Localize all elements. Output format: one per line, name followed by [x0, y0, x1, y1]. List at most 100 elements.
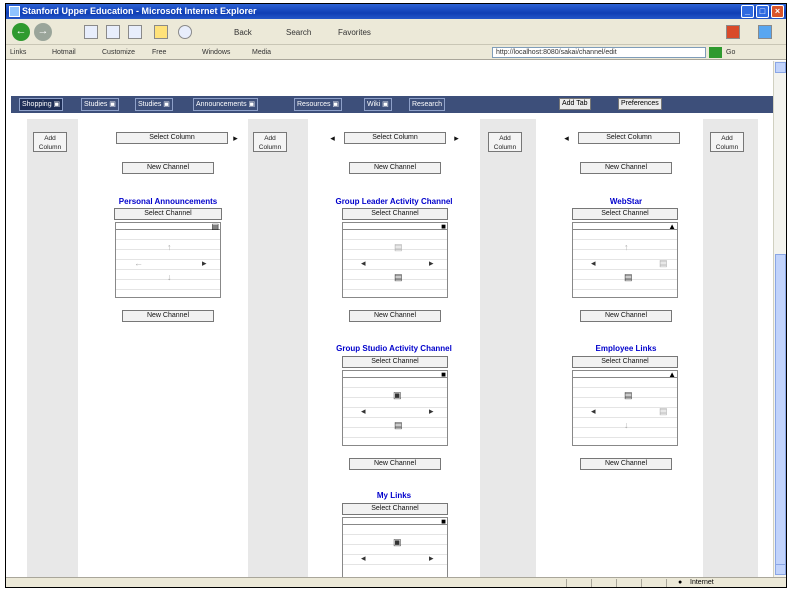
channel-box-employee-links: ▲ ▤ ◂ ▤ ↓: [572, 370, 678, 446]
channel-box-group-studio: ■ ▣ ◂ ▸ ▤: [342, 370, 448, 446]
new-channel-button-2a[interactable]: New Channel: [349, 162, 441, 174]
move-right-icon[interactable]: ▸: [202, 259, 207, 268]
move-column-left-icon-3[interactable]: ◂: [560, 132, 573, 144]
move-down-icon[interactable]: ▤: [394, 273, 403, 282]
link-customize[interactable]: Customize: [102, 45, 135, 60]
select-channel-button-1[interactable]: Select Channel: [114, 208, 222, 220]
preferences-button[interactable]: Preferences: [618, 98, 662, 110]
move-column-left-icon-2[interactable]: ◂: [326, 132, 339, 144]
add-column-button-3[interactable]: Add Column: [488, 132, 522, 152]
select-channel-button-3b[interactable]: Select Channel: [572, 356, 678, 368]
new-channel-button-1b[interactable]: New Channel: [122, 310, 214, 322]
move-right-icon[interactable]: ▸: [429, 259, 434, 268]
home-icon[interactable]: [128, 25, 142, 39]
channel-menu-icon[interactable]: ■: [441, 371, 446, 379]
messenger-icon[interactable]: [726, 25, 740, 39]
scroll-up-icon[interactable]: [775, 62, 786, 73]
move-down-icon[interactable]: ▤: [394, 421, 403, 430]
channel-menu-icon[interactable]: ▤: [211, 223, 219, 231]
refresh-icon[interactable]: [106, 25, 120, 39]
toolbar-item-favorites[interactable]: Favorites: [338, 28, 371, 37]
link-free[interactable]: Free: [152, 45, 166, 60]
move-right-icon[interactable]: ▤: [659, 259, 668, 268]
move-left-icon[interactable]: ◂: [361, 407, 366, 416]
forward-icon[interactable]: →: [34, 23, 52, 41]
new-channel-button-2c[interactable]: New Channel: [349, 458, 441, 470]
move-up-icon[interactable]: ▣: [393, 391, 402, 400]
move-right-icon[interactable]: ▸: [429, 407, 434, 416]
channel-title-employee-links[interactable]: Employee Links: [556, 344, 696, 353]
move-up-icon[interactable]: ▤: [624, 391, 633, 400]
new-channel-button-2b[interactable]: New Channel: [349, 310, 441, 322]
move-up-icon[interactable]: ↑: [624, 243, 629, 252]
move-column-right-icon-2[interactable]: ▸: [450, 132, 463, 144]
add-column-button-4[interactable]: Add Column: [710, 132, 744, 152]
favorites-icon[interactable]: [154, 25, 168, 39]
select-channel-button-2c[interactable]: Select Channel: [342, 503, 448, 515]
select-column-button-1[interactable]: Select Column: [116, 132, 228, 144]
maximize-button[interactable]: □: [756, 5, 769, 18]
move-down-icon[interactable]: ↓: [624, 421, 629, 430]
scroll-thumb[interactable]: [775, 254, 786, 574]
go-label[interactable]: Go: [726, 45, 735, 60]
stop-icon[interactable]: [84, 25, 98, 39]
toolbar-item-search[interactable]: Search: [286, 28, 311, 37]
channel-title-group-studio[interactable]: Group Studio Activity Channel: [324, 344, 464, 353]
back-icon[interactable]: ←: [12, 23, 30, 41]
new-channel-button-3a[interactable]: New Channel: [580, 162, 672, 174]
add-column-button-1[interactable]: Add Column: [33, 132, 67, 152]
tab-studies-2[interactable]: Studies ▣: [135, 98, 173, 111]
channel-menu-icon[interactable]: ■: [441, 223, 446, 231]
move-left-icon[interactable]: ◂: [361, 554, 366, 563]
vertical-scrollbar[interactable]: [773, 61, 786, 577]
tab-studies-1[interactable]: Studies ▣: [81, 98, 119, 111]
move-up-icon[interactable]: ▣: [393, 538, 402, 547]
move-left-icon[interactable]: ←: [134, 259, 143, 268]
channel-menu-icon[interactable]: ■: [441, 518, 446, 526]
search-icon[interactable]: [178, 25, 192, 39]
new-channel-button-3b[interactable]: New Channel: [580, 310, 672, 322]
new-channel-button-3c[interactable]: New Channel: [580, 458, 672, 470]
scroll-down-icon[interactable]: [775, 564, 786, 575]
tab-resources[interactable]: Resources ▣: [294, 98, 343, 111]
move-down-icon[interactable]: ↓: [167, 273, 172, 282]
status-bar: ● Internet: [6, 577, 786, 587]
move-right-icon[interactable]: ▤: [659, 407, 668, 416]
move-right-icon[interactable]: ▸: [429, 554, 434, 563]
channel-title-personal-announcements[interactable]: Personal Announcements: [98, 197, 238, 206]
address-input[interactable]: http://localhost:8080/sakai/channel/edit: [492, 47, 706, 58]
channel-title-my-links[interactable]: My Links: [324, 491, 464, 500]
go-button[interactable]: [709, 47, 722, 58]
tab-shopping[interactable]: Shopping ▣: [19, 98, 64, 111]
toolbar-item-back[interactable]: Back: [234, 28, 252, 37]
tab-announcements[interactable]: Announcements ▣: [193, 98, 259, 111]
add-column-button-2[interactable]: Add Column: [253, 132, 287, 152]
move-down-icon[interactable]: ▤: [624, 273, 633, 282]
move-left-icon[interactable]: ◂: [361, 259, 366, 268]
link-hotmail[interactable]: Hotmail: [52, 45, 76, 60]
link-media[interactable]: Media: [252, 45, 271, 60]
windows-flag-icon: [758, 25, 772, 39]
select-channel-button-2a[interactable]: Select Channel: [342, 208, 448, 220]
channel-menu-icon[interactable]: ▲: [668, 223, 676, 231]
select-channel-button-2b[interactable]: Select Channel: [342, 356, 448, 368]
title-bar: Stanford Upper Education - Microsoft Int…: [6, 4, 786, 19]
move-up-icon[interactable]: ▤: [394, 243, 403, 252]
link-windows[interactable]: Windows: [202, 45, 230, 60]
select-channel-button-3a[interactable]: Select Channel: [572, 208, 678, 220]
channel-title-group-leader[interactable]: Group Leader Activity Channel: [324, 197, 464, 206]
add-tab-button[interactable]: Add Tab: [559, 98, 591, 110]
move-left-icon[interactable]: ◂: [591, 259, 596, 268]
channel-menu-icon[interactable]: ▲: [668, 371, 676, 379]
move-up-icon[interactable]: ↑: [167, 243, 172, 252]
select-column-button-2[interactable]: Select Column: [344, 132, 446, 144]
close-button[interactable]: ×: [771, 5, 784, 18]
select-column-button-3[interactable]: Select Column: [578, 132, 680, 144]
minimize-button[interactable]: _: [741, 5, 754, 18]
move-left-icon[interactable]: ◂: [591, 407, 596, 416]
tab-research[interactable]: Research: [409, 98, 445, 111]
tab-wiki[interactable]: Wiki ▣: [364, 98, 392, 111]
channel-title-webstar[interactable]: WebStar: [556, 197, 696, 206]
move-column-right-icon-1[interactable]: ▸: [229, 132, 242, 144]
new-channel-button-1a[interactable]: New Channel: [122, 162, 214, 174]
